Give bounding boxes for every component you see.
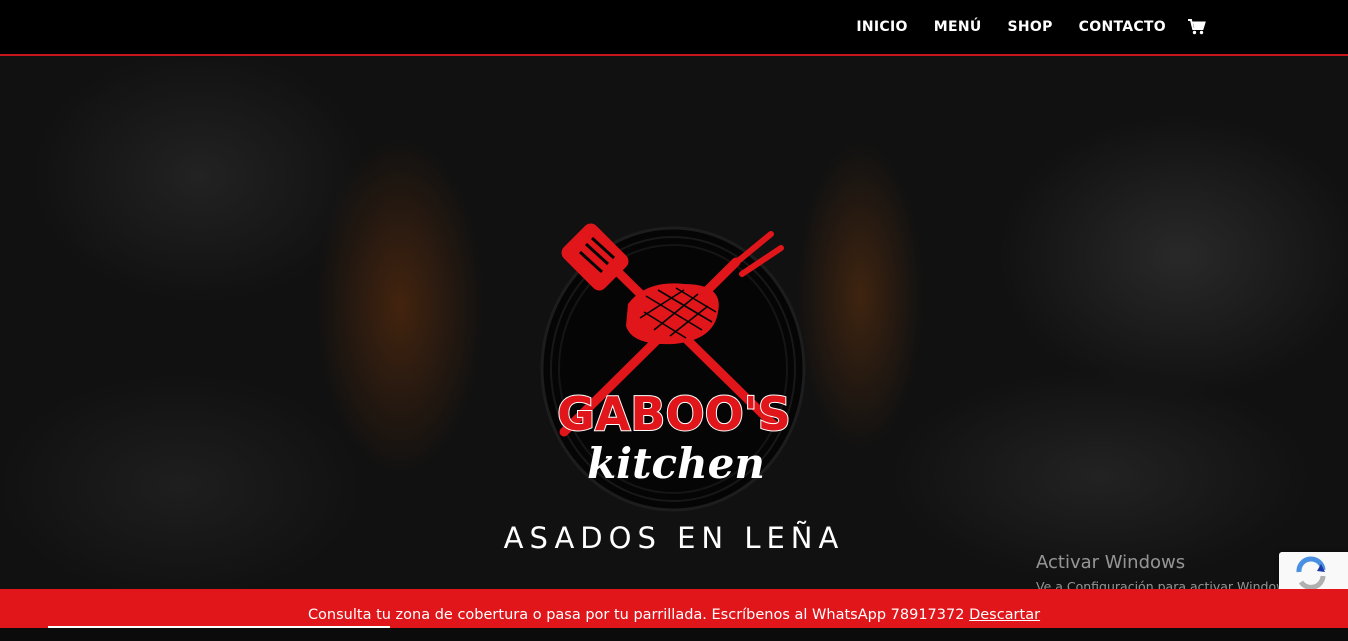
nav-item-menu[interactable]: MENÚ	[934, 19, 982, 35]
hero-tagline: ASADOS EN LEÑA	[503, 521, 845, 555]
logo-brand-line2: kitchen	[587, 439, 765, 488]
store-notice-text: Consulta tu zona de cobertura o pasa por…	[307, 607, 965, 623]
logo-brand-line1: GABOO'S	[557, 387, 791, 441]
nav-item-inicio[interactable]: INICIO	[856, 19, 907, 35]
recaptcha-badge[interactable]	[1279, 552, 1348, 589]
hero-section: GABOO'S kitchen ASADOS EN LEÑA Activar W…	[0, 56, 1348, 589]
store-notice-bar: Consulta tu zona de cobertura o pasa por…	[0, 589, 1348, 628]
cart-icon[interactable]	[1188, 19, 1206, 35]
watermark-subtitle: Ve a Configuración para activar Window	[1036, 579, 1287, 589]
windows-activation-watermark: Activar Windows Ve a Configuración para …	[1036, 552, 1286, 589]
watermark-title: Activar Windows	[1036, 552, 1186, 573]
site-header: INICIO MENÚ SHOP CONTACTO	[0, 0, 1348, 56]
main-nav: INICIO MENÚ SHOP CONTACTO	[830, 0, 1206, 54]
gaboos-kitchen-logo: GABOO'S kitchen	[536, 222, 812, 512]
nav-item-shop[interactable]: SHOP	[1008, 19, 1053, 35]
dismiss-notice-link[interactable]: Descartar	[969, 607, 1040, 623]
nav-item-contacto[interactable]: CONTACTO	[1079, 19, 1166, 35]
recaptcha-icon	[1296, 556, 1326, 589]
